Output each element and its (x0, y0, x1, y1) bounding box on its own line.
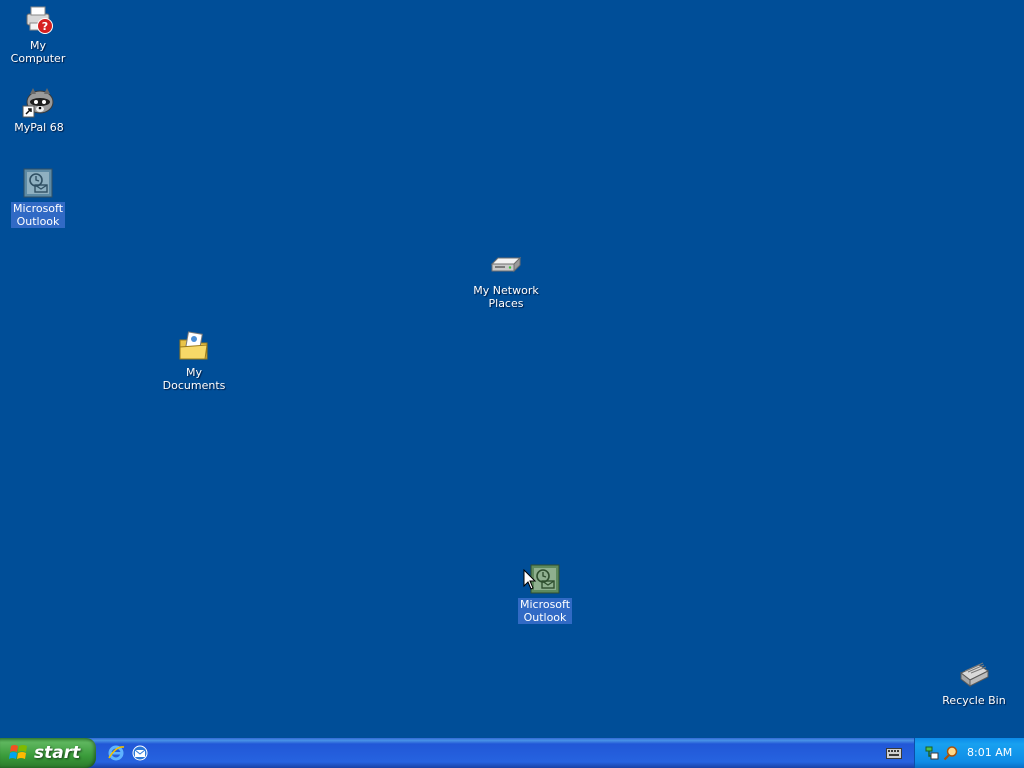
desktop-icon-label: MyPal 68 (14, 121, 64, 134)
desktop-icon-label: Microsoft Outlook (517, 598, 573, 624)
desktop-icon-my-network-places[interactable]: My Network Places (468, 248, 544, 310)
desktop-icon-label: My Network Places (473, 284, 539, 310)
desktop-icon-my-documents[interactable]: My Documents (156, 330, 232, 392)
desktop-icon-label: My Computer (10, 39, 66, 65)
keyboard-language-icon[interactable] (886, 746, 902, 760)
desktop-icon-label: Recycle Bin (942, 694, 1006, 707)
desktop-icon-label: My Documents (162, 366, 226, 392)
desktop-icon-label: Microsoft Outlook (10, 202, 66, 228)
network-tray-icon[interactable] (924, 745, 940, 761)
svg-text:?: ? (42, 20, 48, 33)
start-label: start (34, 743, 81, 763)
outlook-icon (21, 166, 55, 200)
recycle-bin-icon (957, 658, 991, 692)
desktop-icon-mypal[interactable]: MyPal 68 (1, 85, 77, 134)
windows-logo-icon (9, 745, 27, 759)
desktop-icon-outlook-dragging[interactable]: Microsoft Outlook (507, 562, 583, 624)
desktop-icon-my-computer[interactable]: ? My Computer (0, 3, 76, 65)
clock[interactable]: 8:01 AM (967, 746, 1012, 759)
printer-help-icon: ? (21, 3, 55, 37)
search-tray-icon[interactable] (943, 745, 959, 761)
mouse-cursor-icon (523, 569, 537, 590)
taskbar: start 8:01 AM (0, 738, 1024, 768)
desktop-icon-outlook[interactable]: Microsoft Outlook (0, 166, 76, 228)
start-button[interactable]: start (0, 738, 96, 768)
outlook-express-icon[interactable] (130, 743, 150, 763)
network-drive-icon (489, 248, 523, 282)
raccoon-shortcut-icon (22, 85, 56, 119)
documents-folder-icon (177, 330, 211, 364)
desktop-icon-recycle-bin[interactable]: Recycle Bin (936, 658, 1012, 707)
desktop[interactable]: ? My Computer MyPal 68 Microsoft Outlook… (0, 0, 1024, 738)
internet-explorer-icon[interactable] (106, 743, 126, 763)
quick-launch-bar (106, 743, 150, 763)
system-tray: 8:01 AM (914, 738, 1024, 768)
